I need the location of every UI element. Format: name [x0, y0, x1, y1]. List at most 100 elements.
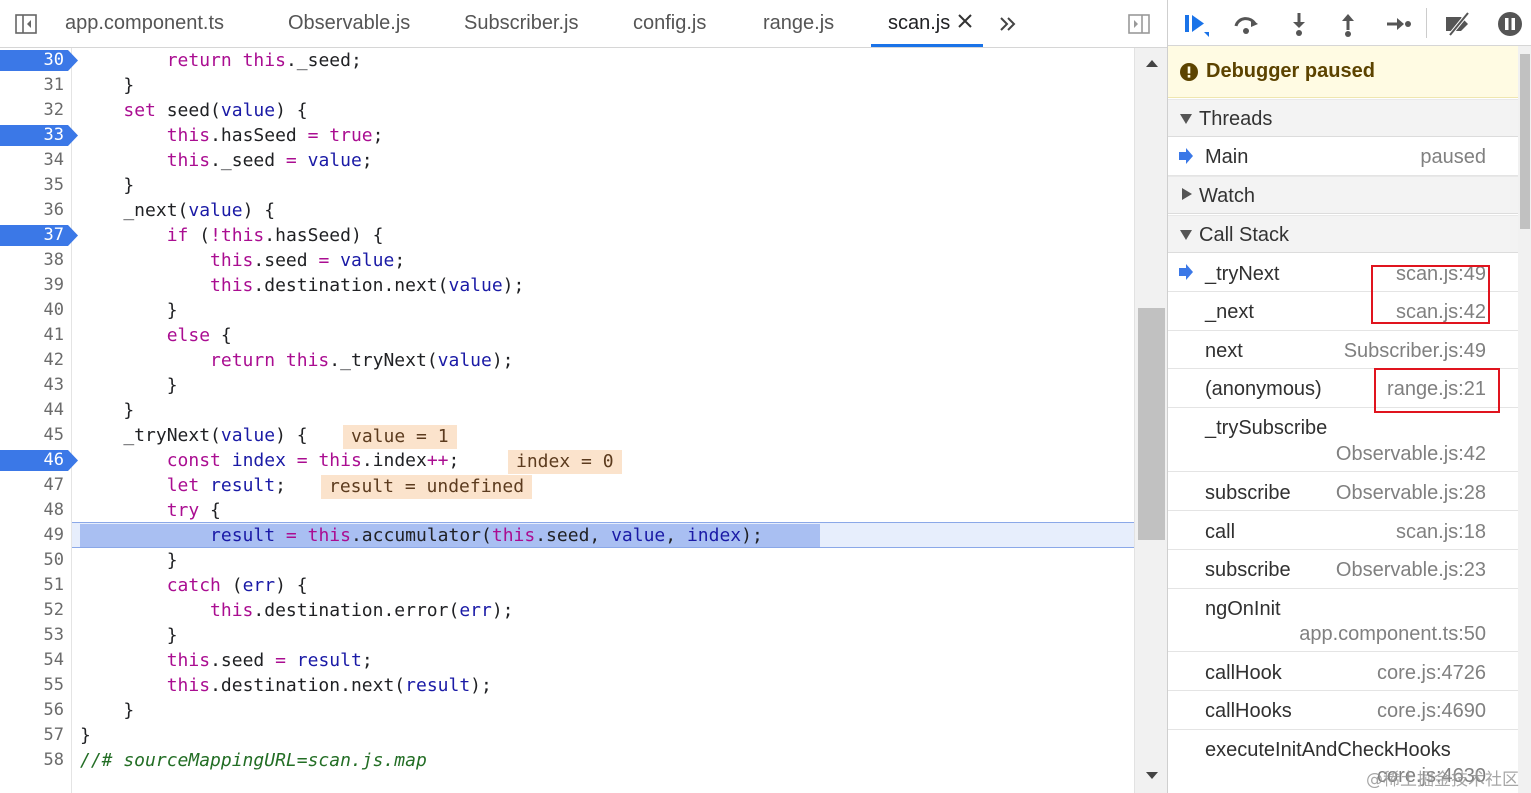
line-number-gutter[interactable]: 30 31 32 33 34 35 36 37 38 39 40 41 42 4…	[0, 48, 78, 793]
expand-triangle-icon	[1180, 114, 1192, 124]
code-line: try {	[166, 500, 221, 521]
code-line: this.hasSeed = true;	[166, 125, 384, 146]
deactivate-breakpoints-icon[interactable]	[1444, 10, 1472, 38]
step-icon[interactable]	[1384, 10, 1412, 38]
threads-section-header[interactable]: Threads	[1168, 99, 1518, 137]
line-number[interactable]: 42	[0, 348, 72, 373]
sidebar-scrollbar-thumb[interactable]	[1520, 54, 1530, 229]
tab-scan[interactable]: scan.js	[888, 0, 950, 47]
scroll-down-icon[interactable]	[1145, 771, 1159, 781]
line-number[interactable]: 50	[0, 548, 72, 573]
active-tab-indicator	[871, 44, 983, 47]
editor-scrollbar-thumb[interactable]	[1138, 308, 1165, 540]
line-number[interactable]: 32	[0, 98, 72, 123]
line-number[interactable]: 30	[0, 48, 72, 73]
code-line: }	[80, 725, 91, 746]
code-line: this.destination.error(err);	[210, 600, 514, 621]
pause-on-exceptions-icon[interactable]	[1496, 10, 1524, 38]
tab-observable[interactable]: Observable.js	[288, 0, 410, 47]
line-number[interactable]: 46	[0, 448, 72, 473]
line-number[interactable]: 31	[0, 73, 72, 98]
toggle-navigator-icon[interactable]	[14, 12, 38, 36]
code-line: else {	[166, 325, 232, 346]
inline-value-result: result = undefined	[321, 475, 533, 499]
inline-value-value: value = 1	[343, 425, 457, 449]
line-number[interactable]: 38	[0, 248, 72, 273]
editor-tab-bar: app.component.ts Observable.js Subscribe…	[0, 0, 1167, 48]
code-line: result = this.accumulator(this.seed, val…	[210, 525, 763, 546]
call-stack-section-header[interactable]: Call Stack	[1168, 215, 1518, 253]
line-number[interactable]: 43	[0, 373, 72, 398]
sidebar-scrollbar[interactable]	[1518, 46, 1531, 793]
call-stack-frame[interactable]: next Subscriber.js:49	[1168, 331, 1518, 369]
line-number[interactable]: 35	[0, 173, 72, 198]
line-number[interactable]: 47	[0, 473, 72, 498]
line-number[interactable]: 51	[0, 573, 72, 598]
call-stack-frame[interactable]: callHook core.js:4726	[1168, 652, 1518, 691]
code-line: this.destination.next(result);	[166, 675, 492, 696]
frame-function: callHooks	[1205, 700, 1292, 722]
step-over-icon[interactable]	[1232, 10, 1260, 38]
call-stack-frame[interactable]: _trySubscribe Observable.js:42	[1168, 408, 1518, 472]
current-frame-arrow-icon	[1179, 264, 1193, 280]
step-out-icon[interactable]	[1334, 10, 1362, 38]
line-number[interactable]: 34	[0, 148, 72, 173]
code-line: set seed(value) {	[123, 100, 308, 121]
call-stack-frame[interactable]: callHooks core.js:4690	[1168, 691, 1518, 730]
line-number[interactable]: 52	[0, 598, 72, 623]
current-thread-arrow-icon	[1179, 148, 1193, 164]
code-line: this.seed = result;	[166, 650, 373, 671]
line-number[interactable]: 55	[0, 673, 72, 698]
frame-location: Observable.js:42	[1335, 443, 1486, 465]
code-line: const index = this.index++;	[166, 450, 460, 471]
line-number[interactable]: 45	[0, 423, 72, 448]
code-line: }	[80, 550, 178, 571]
line-number[interactable]: 58	[0, 748, 72, 773]
thread-state: paused	[1420, 146, 1486, 168]
call-stack-frame[interactable]: subscribe Observable.js:28	[1168, 472, 1518, 511]
line-number[interactable]: 56	[0, 698, 72, 723]
frame-function: _trySubscribe	[1205, 417, 1328, 439]
call-stack-frame[interactable]: ngOnInit app.component.ts:50	[1168, 589, 1518, 652]
line-number[interactable]: 44	[0, 398, 72, 423]
line-number[interactable]: 39	[0, 273, 72, 298]
line-number[interactable]: 33	[0, 123, 72, 148]
code-line: }	[80, 625, 178, 646]
line-number[interactable]: 40	[0, 298, 72, 323]
code-line: catch (err) {	[166, 575, 308, 596]
code-area[interactable]: return this._seed; } set seed(value) { t…	[72, 48, 1134, 793]
call-stack-frame[interactable]: subscribe Observable.js:23	[1168, 550, 1518, 589]
line-number[interactable]: 57	[0, 723, 72, 748]
line-number[interactable]: 41	[0, 323, 72, 348]
tab-range[interactable]: range.js	[763, 0, 834, 47]
watch-label: Watch	[1199, 185, 1255, 207]
line-number[interactable]: 36	[0, 198, 72, 223]
scroll-up-icon[interactable]	[1145, 58, 1159, 68]
frame-function: next	[1205, 340, 1243, 362]
annotation-box	[1374, 368, 1500, 413]
watch-section-header[interactable]: Watch	[1168, 176, 1518, 214]
more-tabs-icon[interactable]	[996, 12, 1020, 36]
collapse-triangle-icon	[1182, 188, 1192, 200]
toggle-debugger-icon[interactable]	[1127, 12, 1151, 36]
info-icon	[1180, 63, 1198, 81]
line-number[interactable]: 53	[0, 623, 72, 648]
line-number[interactable]: 54	[0, 648, 72, 673]
tab-config[interactable]: config.js	[633, 0, 706, 47]
tab-app-component[interactable]: app.component.ts	[65, 0, 224, 47]
close-tab-icon[interactable]	[955, 11, 975, 31]
debugger-toolbar	[1168, 0, 1531, 46]
call-stack-frame[interactable]: call scan.js:18	[1168, 511, 1518, 550]
code-line: return this._tryNext(value);	[210, 350, 514, 371]
editor-scrollbar[interactable]	[1134, 48, 1167, 793]
line-number[interactable]: 49	[0, 523, 72, 548]
tab-subscriber[interactable]: Subscriber.js	[464, 0, 579, 47]
line-number[interactable]: 48	[0, 498, 72, 523]
code-line: _tryNext(value) {	[80, 425, 308, 446]
thread-row-main[interactable]: Main paused	[1168, 138, 1518, 176]
line-number[interactable]: 37	[0, 223, 72, 248]
code-line: this._seed = value;	[166, 150, 373, 171]
step-into-icon[interactable]	[1285, 10, 1313, 38]
frame-function: subscribe	[1205, 482, 1291, 504]
resume-icon[interactable]	[1182, 10, 1210, 38]
